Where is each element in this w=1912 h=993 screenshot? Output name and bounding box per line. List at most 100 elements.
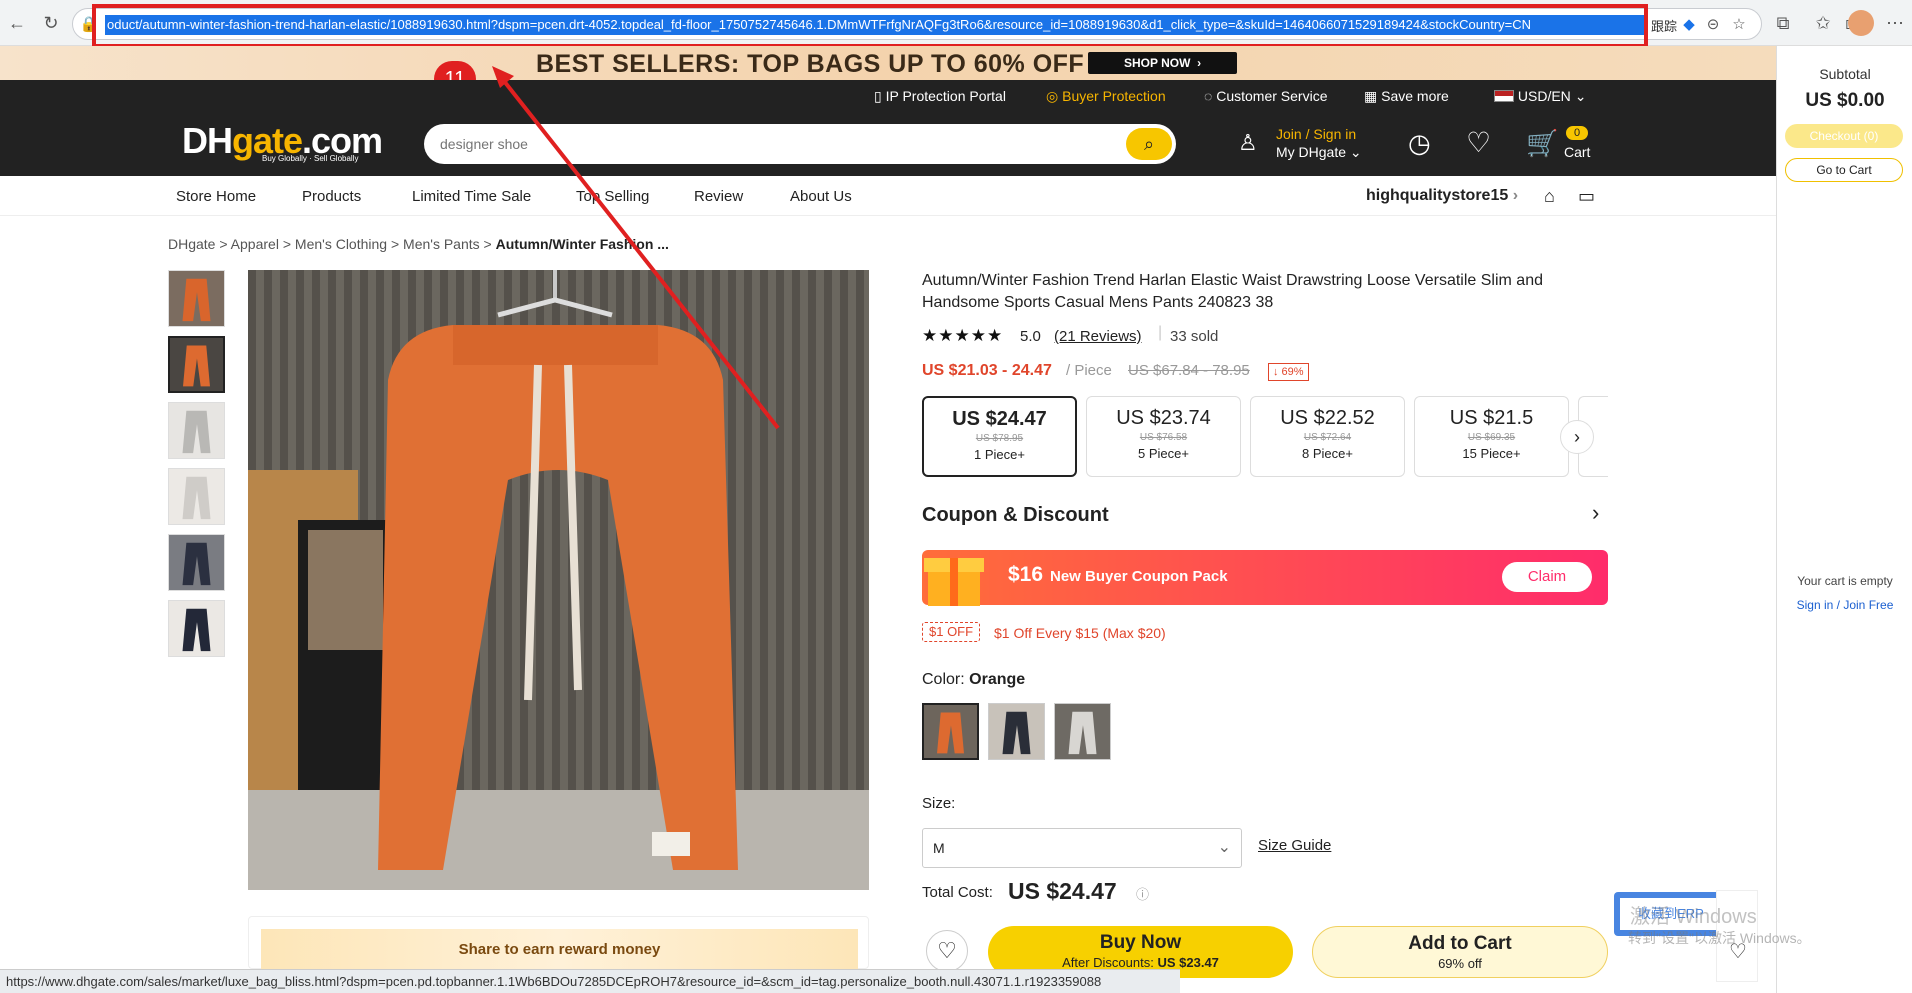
size-value: M: [933, 840, 945, 856]
tab-review[interactable]: Review: [694, 188, 743, 205]
product-main-image[interactable]: [248, 270, 869, 890]
chevron-right-icon: ›: [1197, 56, 1202, 70]
search-input[interactable]: [440, 134, 1040, 154]
claim-button[interactable]: Claim: [1502, 562, 1592, 592]
sign-in-link[interactable]: Sign in: [1797, 598, 1834, 612]
profile-avatar[interactable]: [1848, 10, 1874, 36]
reload-icon[interactable]: ↻: [40, 12, 62, 34]
total-cost-value: US $24.47: [1008, 878, 1117, 904]
shop-now-button[interactable]: SHOP NOW ›: [1088, 52, 1237, 74]
go-to-cart-button[interactable]: Go to Cart: [1785, 158, 1903, 182]
save-more-link[interactable]: ▦ Save more: [1364, 88, 1449, 105]
extensions-icon[interactable]: ⧉: [1772, 12, 1794, 34]
breadcrumb-item[interactable]: Men's Pants: [403, 236, 480, 252]
price-tier-selected[interactable]: US $24.47 US $78.95 1 Piece+: [922, 396, 1077, 477]
per-piece: / Piece: [1066, 362, 1112, 379]
sold-count: 33 sold: [1170, 328, 1219, 345]
buyer-protection-label: Buyer Protection: [1062, 88, 1166, 104]
coupon-heading: Coupon & Discount: [922, 504, 1109, 526]
checkout-button[interactable]: Checkout (0): [1785, 124, 1903, 148]
currency-selector[interactable]: USD/EN ⌄: [1494, 88, 1586, 105]
tag-icon[interactable]: ◆: [1679, 15, 1699, 35]
buyer-protection-link[interactable]: ◎ Buyer Protection: [1046, 88, 1166, 105]
rating-value: 5.0: [1020, 328, 1041, 345]
tab-about-us[interactable]: About Us: [790, 188, 852, 205]
add-to-cart-sub: 69% off: [1438, 956, 1482, 971]
subtotal-label: Subtotal: [1819, 66, 1871, 82]
tier-price: US $22.52: [1280, 407, 1375, 429]
product-thumbnail[interactable]: [168, 270, 225, 327]
thumb-image-orange: [169, 271, 224, 326]
original-price-range: US $67.84 - 78.95: [1128, 362, 1250, 379]
tier-next-arrow-icon[interactable]: ›: [1560, 420, 1594, 454]
color-label-row: Color: Orange: [922, 671, 1025, 689]
breadcrumb-item[interactable]: Apparel: [231, 236, 279, 252]
promo-banner[interactable]: BEST SELLERS: TOP BAGS UP TO 60% OFF SHO…: [0, 46, 1776, 80]
size-select[interactable]: M ⌄: [922, 828, 1242, 868]
price-tier[interactable]: US $22.52 US $72.64 8 Piece+: [1250, 396, 1405, 477]
history-icon[interactable]: ◷: [1408, 128, 1431, 159]
search-button[interactable]: ⌕: [1126, 128, 1172, 160]
my-dhgate-label: My DHgate: [1276, 144, 1347, 160]
color-swatch-orange[interactable]: [922, 703, 979, 760]
ip-portal-link[interactable]: ▯ IP Protection Portal: [874, 88, 1006, 105]
message-icon[interactable]: ▭: [1578, 186, 1595, 207]
thumb-image-navy: [169, 601, 224, 656]
more-icon[interactable]: ⊝: [1703, 15, 1723, 35]
color-swatch-grey[interactable]: [1054, 703, 1111, 760]
add-to-cart-button[interactable]: Add to Cart 69% off: [1312, 926, 1608, 978]
store-name: highqualitystore15: [1366, 187, 1509, 204]
user-icon[interactable]: ♙: [1238, 130, 1264, 160]
product-thumbnail[interactable]: [168, 600, 225, 657]
info-icon[interactable]: ⓘ: [1136, 884, 1149, 903]
my-dhgate-menu[interactable]: My DHgate ⌄: [1276, 144, 1362, 161]
utility-bar: ▯ IP Protection Portal ◎ Buyer Protectio…: [0, 80, 1776, 112]
tab-store-home[interactable]: Store Home: [176, 188, 256, 205]
price-tier[interactable]: US $21.5 US $69.35 15 Piece+: [1414, 396, 1569, 477]
cart-label[interactable]: Cart: [1564, 144, 1590, 160]
breadcrumb-separator: >: [219, 236, 228, 252]
customer-service-link[interactable]: ◌ Customer Service: [1204, 88, 1327, 104]
share-card: Share to earn reward money: [248, 916, 869, 970]
menu-icon[interactable]: ⋯: [1884, 12, 1906, 34]
size-guide-link[interactable]: Size Guide: [1258, 837, 1331, 854]
cart-count-badge: 0: [1566, 126, 1588, 140]
product-thumbnail[interactable]: [168, 402, 225, 459]
favorites-icon[interactable]: ✩: [1812, 12, 1834, 34]
buy-now-label: Buy Now: [1099, 932, 1182, 953]
product-thumbnail[interactable]: [168, 468, 225, 525]
store-follow-icon[interactable]: ⌂: [1544, 186, 1555, 207]
color-label: Color:: [922, 671, 965, 688]
join-free-link[interactable]: Join Free: [1843, 598, 1893, 612]
store-name-link[interactable]: highqualitystore15 ›: [1366, 187, 1518, 205]
price-tier[interactable]: US $23.74 US $76.58 5 Piece+: [1086, 396, 1241, 477]
tier-quantity: 5 Piece+: [1138, 446, 1189, 461]
star-icon[interactable]: ☆: [1729, 15, 1749, 35]
tab-top-selling[interactable]: Top Selling: [576, 188, 649, 205]
reviews-link[interactable]: (21 Reviews): [1054, 328, 1142, 345]
heart-icon[interactable]: ♡: [1466, 126, 1491, 159]
color-swatch-black[interactable]: [988, 703, 1045, 760]
breadcrumb-item[interactable]: Men's Clothing: [295, 236, 387, 252]
chevron-down-icon: ⌄: [1349, 144, 1362, 160]
store-nav: Store Home Products Limited Time Sale To…: [0, 176, 1776, 216]
cart-icon[interactable]: 🛒: [1526, 128, 1558, 159]
product-title: Autumn/Winter Fashion Trend Harlan Elast…: [922, 272, 1543, 311]
chevron-right-icon[interactable]: ›: [1592, 500, 1599, 526]
join-sign-in-link[interactable]: Join / Sign in: [1276, 126, 1356, 142]
breadcrumb-item[interactable]: DHgate: [168, 236, 215, 252]
product-thumbnail[interactable]: [168, 534, 225, 591]
tab-limited-time-sale[interactable]: Limited Time Sale: [412, 188, 531, 205]
coupon-banner: $16 New Buyer Coupon Pack Claim: [922, 550, 1608, 606]
tab-products[interactable]: Products: [302, 188, 361, 205]
back-icon[interactable]: ←: [6, 12, 28, 34]
price-range: US $21.03 - 24.47: [922, 362, 1052, 379]
product-thumbnail-selected[interactable]: [168, 336, 225, 393]
off-text: $1 Off Every $15 (Max $20): [994, 625, 1166, 641]
breadcrumb-separator: >: [390, 236, 400, 252]
promo-text: BEST SELLERS: TOP BAGS UP TO 60% OFF: [536, 50, 1085, 78]
share-earn-text[interactable]: Share to earn reward money: [261, 929, 858, 970]
windows-watermark-title: 激活 Windows: [1630, 906, 1757, 928]
wishlist-heart-icon[interactable]: ♡: [926, 930, 968, 972]
breadcrumb-separator: >: [483, 236, 492, 252]
